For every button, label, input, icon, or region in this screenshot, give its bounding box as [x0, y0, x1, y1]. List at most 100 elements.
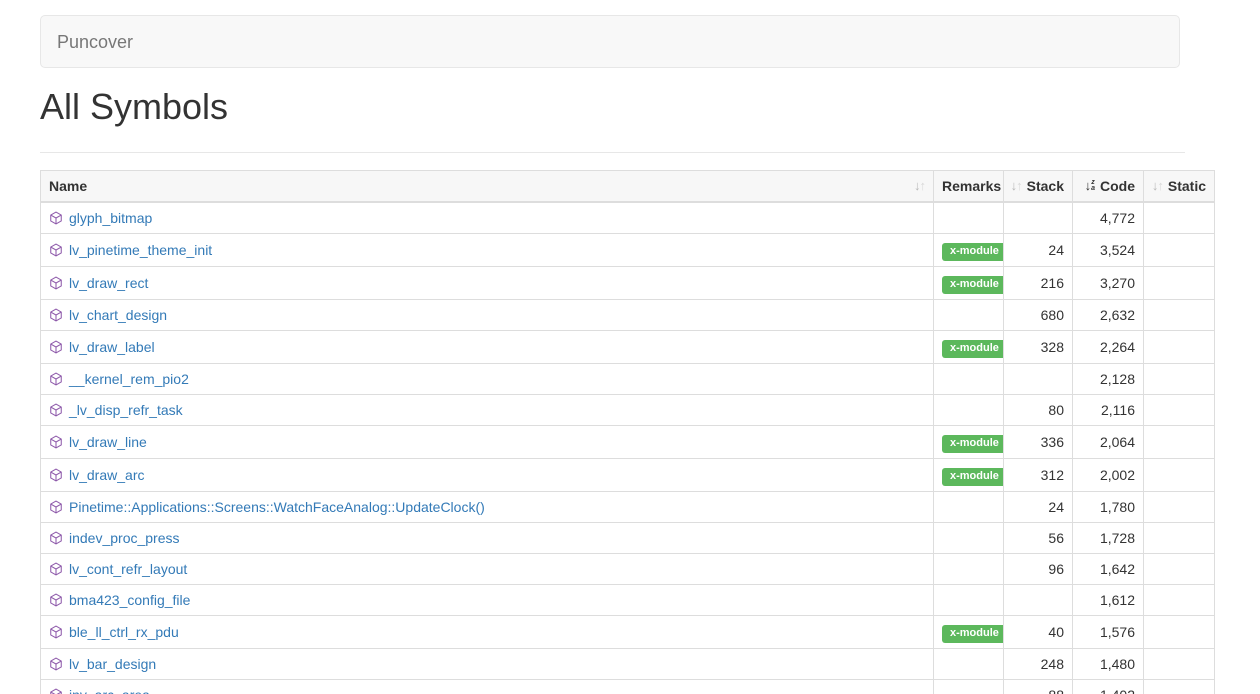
code-cell: 3,270 [1073, 267, 1144, 300]
symbol-link[interactable]: lv_draw_arc [69, 467, 144, 483]
name-cell: _lv_disp_refr_task [41, 395, 934, 426]
symbol-link[interactable]: lv_chart_design [69, 307, 167, 323]
code-cell: 3,524 [1073, 234, 1144, 267]
page-title: All Symbols [40, 86, 1220, 127]
symbol-link[interactable]: glyph_bitmap [69, 210, 152, 226]
symbol-link[interactable]: lv_draw_rect [69, 275, 148, 291]
remarks-cell: x-module [934, 331, 1004, 364]
remarks-cell: x-module [934, 234, 1004, 267]
x-module-badge: x-module [942, 243, 1004, 261]
stack-cell: 312 [1004, 459, 1073, 492]
column-label-name: Name [49, 177, 87, 195]
table-row: glyph_bitmap 4,772 [41, 202, 1215, 234]
stack-cell [1004, 364, 1073, 395]
code-cell: 1,612 [1073, 585, 1144, 616]
table-row: Pinetime::Applications::Screens::WatchFa… [41, 492, 1215, 523]
code-cell: 1,576 [1073, 616, 1144, 649]
static-cell [1144, 426, 1215, 459]
x-module-badge: x-module [942, 435, 1004, 453]
remarks-cell [934, 395, 1004, 426]
code-cell: 1,728 [1073, 523, 1144, 554]
sort-descending-active-icon[interactable]: ↓za [1085, 177, 1095, 195]
column-header-stack[interactable]: ↓↑ Stack [1004, 171, 1073, 203]
symbol-link[interactable]: lv_pinetime_theme_init [69, 242, 212, 258]
table-row: lv_pinetime_theme_init x-module 24 3,524 [41, 234, 1215, 267]
table-row: lv_draw_label x-module 328 2,264 [41, 331, 1215, 364]
navbar: Puncover [40, 15, 1180, 68]
sort-icon[interactable]: ↓↑ [914, 177, 925, 195]
table-row: lv_bar_design 248 1,480 [41, 649, 1215, 680]
stack-cell [1004, 585, 1073, 616]
x-module-badge: x-module [942, 340, 1004, 358]
cube-icon [49, 308, 63, 322]
symbol-link[interactable]: bma423_config_file [69, 592, 190, 608]
symbol-link[interactable]: indev_proc_press [69, 530, 180, 546]
name-cell: __kernel_rem_pio2 [41, 364, 934, 395]
symbol-link[interactable]: lv_draw_label [69, 339, 155, 355]
sort-icon[interactable]: ↓↑ [1011, 177, 1022, 195]
symbol-link[interactable]: _lv_disp_refr_task [69, 402, 183, 418]
name-cell: lv_cont_refr_layout [41, 554, 934, 585]
static-cell [1144, 395, 1215, 426]
table-row: indev_proc_press 56 1,728 [41, 523, 1215, 554]
symbol-link[interactable]: inv_arc_area [69, 687, 150, 694]
symbol-link[interactable]: Pinetime::Applications::Screens::WatchFa… [69, 499, 485, 515]
symbol-link[interactable]: __kernel_rem_pio2 [69, 371, 189, 387]
cube-icon [49, 372, 63, 386]
remarks-cell: x-module [934, 616, 1004, 649]
divider [40, 152, 1185, 153]
name-cell: inv_arc_area [41, 680, 934, 694]
code-cell: 2,002 [1073, 459, 1144, 492]
navbar-brand-link[interactable]: Puncover [41, 32, 149, 52]
code-cell: 1,480 [1073, 649, 1144, 680]
sort-up-arrow-icon: ↑ [1016, 177, 1022, 195]
name-cell: lv_draw_line [41, 426, 934, 459]
static-cell [1144, 267, 1215, 300]
symbol-link[interactable]: lv_draw_line [69, 434, 147, 450]
stack-cell: 88 [1004, 680, 1073, 694]
stack-cell [1004, 202, 1073, 234]
name-cell: lv_chart_design [41, 300, 934, 331]
symbols-table-container: Name ↓↑ Remarks ↓↑ Stack [40, 170, 1214, 694]
name-cell: indev_proc_press [41, 523, 934, 554]
symbol-link[interactable]: lv_cont_refr_layout [69, 561, 187, 577]
column-header-remarks[interactable]: Remarks [934, 171, 1004, 203]
table-row: ble_ll_ctrl_rx_pdu x-module 40 1,576 [41, 616, 1215, 649]
static-cell [1144, 523, 1215, 554]
cube-icon [49, 593, 63, 607]
stack-cell: 328 [1004, 331, 1073, 364]
name-cell: lv_draw_label [41, 331, 934, 364]
code-cell: 2,064 [1073, 426, 1144, 459]
x-module-badge: x-module [942, 468, 1004, 486]
column-label-code: Code [1100, 177, 1135, 195]
cube-icon [49, 211, 63, 225]
stack-cell: 336 [1004, 426, 1073, 459]
code-cell: 4,772 [1073, 202, 1144, 234]
cube-icon [49, 276, 63, 290]
column-header-code[interactable]: ↓za Code [1073, 171, 1144, 203]
column-header-static[interactable]: ↓↑ Static [1144, 171, 1215, 203]
sort-icon[interactable]: ↓↑ [1152, 177, 1163, 195]
table-row: lv_cont_refr_layout 96 1,642 [41, 554, 1215, 585]
symbol-link[interactable]: ble_ll_ctrl_rx_pdu [69, 624, 179, 640]
name-cell: lv_draw_rect [41, 267, 934, 300]
cube-icon [49, 688, 63, 694]
stack-cell: 680 [1004, 300, 1073, 331]
table-row: _lv_disp_refr_task 80 2,116 [41, 395, 1215, 426]
static-cell [1144, 616, 1215, 649]
cube-icon [49, 468, 63, 482]
column-label-stack: Stack [1027, 177, 1064, 195]
name-cell: bma423_config_file [41, 585, 934, 616]
symbol-link[interactable]: lv_bar_design [69, 656, 156, 672]
column-header-name[interactable]: Name ↓↑ [41, 171, 934, 203]
remarks-cell [934, 364, 1004, 395]
remarks-cell [934, 523, 1004, 554]
name-cell: lv_draw_arc [41, 459, 934, 492]
column-label-remarks: Remarks [942, 178, 1001, 194]
cube-icon [49, 500, 63, 514]
symbols-table-body: glyph_bitmap 4,772 lv_pinetime_theme_ini… [41, 202, 1215, 694]
x-module-badge: x-module [942, 276, 1004, 294]
cube-icon [49, 340, 63, 354]
name-cell: Pinetime::Applications::Screens::WatchFa… [41, 492, 934, 523]
stack-cell: 40 [1004, 616, 1073, 649]
